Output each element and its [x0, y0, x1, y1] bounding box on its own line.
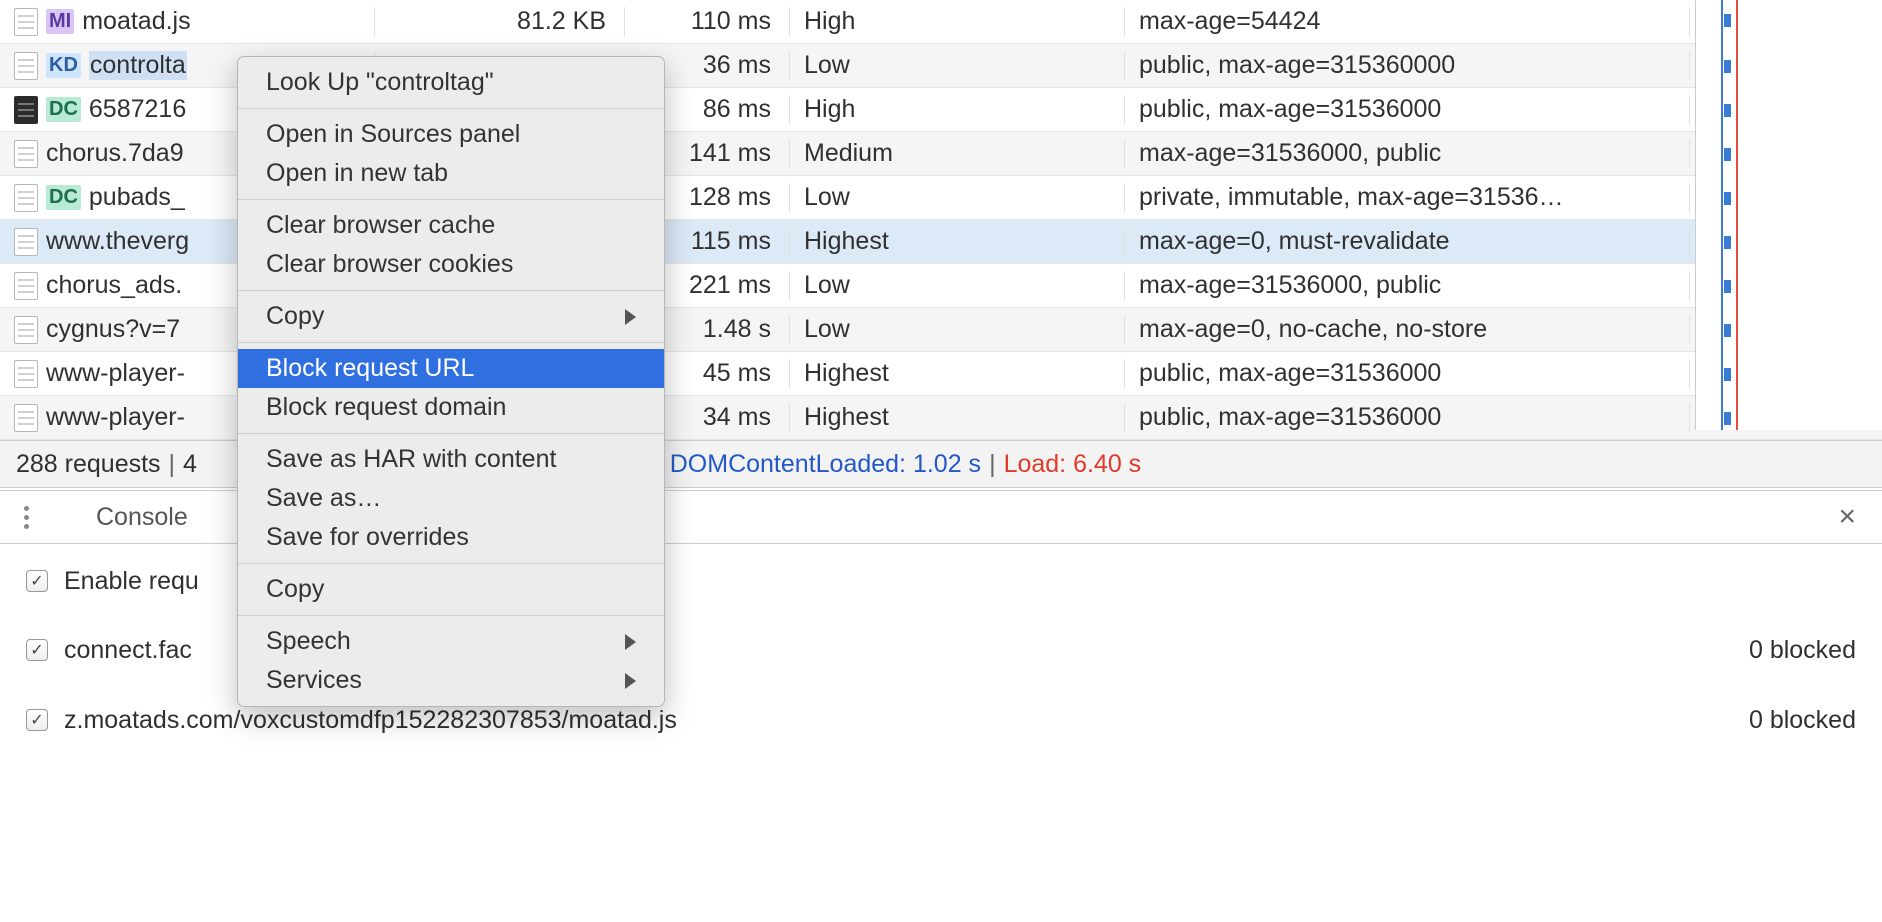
waterfall-bar	[1724, 324, 1731, 337]
initiator-badge: KD	[46, 53, 81, 78]
ctx-lookup[interactable]: Look Up "controltag"	[238, 63, 664, 102]
chevron-right-icon	[625, 634, 636, 650]
ctx-open-tab[interactable]: Open in new tab	[238, 154, 664, 193]
ctx-copy[interactable]: Copy	[238, 570, 664, 609]
waterfall-bar	[1724, 280, 1731, 293]
file-icon	[14, 52, 38, 80]
cache-cell: max-age=0, must-revalidate	[1125, 227, 1690, 256]
request-name: cygnus?v=7	[46, 315, 180, 344]
ctx-speech-submenu[interactable]: Speech	[238, 622, 664, 661]
cache-cell: public, max-age=315360000	[1125, 51, 1690, 80]
file-icon	[14, 228, 38, 256]
size-cell: 81.2 KB	[375, 7, 625, 36]
cache-cell: private, immutable, max-age=31536…	[1125, 183, 1690, 212]
waterfall-bar	[1724, 236, 1731, 249]
request-name: 6587216	[89, 95, 186, 124]
waterfall-bar	[1724, 60, 1731, 73]
waterfall-bar	[1724, 14, 1731, 27]
separator: |	[989, 450, 996, 479]
waterfall-column	[1695, 0, 1882, 430]
file-icon	[14, 8, 38, 36]
priority-cell: High	[790, 95, 1125, 124]
waterfall-bar	[1724, 368, 1731, 381]
time-cell: 110 ms	[625, 7, 790, 36]
close-icon[interactable]: ×	[1838, 500, 1856, 534]
requests-count: 288 requests	[16, 450, 161, 479]
initiator-badge: DC	[46, 97, 81, 122]
ctx-block-url[interactable]: Block request URL	[238, 349, 664, 388]
file-icon	[14, 316, 38, 344]
cache-cell: max-age=0, no-cache, no-store	[1125, 315, 1690, 344]
priority-cell: Low	[790, 51, 1125, 80]
ctx-save-overrides[interactable]: Save for overrides	[238, 518, 664, 557]
cache-cell: public, max-age=31536000	[1125, 359, 1690, 388]
cache-cell: public, max-age=31536000	[1125, 95, 1690, 124]
enable-blocking-checkbox[interactable]: ✓	[26, 570, 48, 592]
priority-cell: Highest	[790, 227, 1125, 256]
file-icon	[14, 272, 38, 300]
pattern-url: z.moatads.com/voxcustomdfp152282307853/m…	[64, 706, 677, 735]
load-time: Load: 6.40 s	[1004, 450, 1142, 479]
ctx-copy-submenu[interactable]: Copy	[238, 297, 664, 336]
load-marker-line	[1736, 0, 1738, 430]
blocked-count: 0 blocked	[1749, 636, 1856, 665]
chevron-right-icon	[625, 309, 636, 325]
pattern-checkbox[interactable]: ✓	[26, 639, 48, 661]
tab-console[interactable]: Console	[90, 503, 194, 532]
file-icon	[14, 140, 38, 168]
ctx-services-submenu[interactable]: Services	[238, 661, 664, 700]
cache-cell: max-age=54424	[1125, 7, 1690, 36]
context-menu: Look Up "controltag" Open in Sources pan…	[237, 56, 665, 707]
chevron-right-icon	[625, 673, 636, 689]
file-icon	[14, 96, 38, 124]
waterfall-bar	[1724, 412, 1731, 425]
priority-cell: Low	[790, 183, 1125, 212]
priority-cell: Highest	[790, 359, 1125, 388]
priority-cell: Low	[790, 271, 1125, 300]
request-name: chorus_ads.	[46, 271, 182, 300]
pattern-checkbox[interactable]: ✓	[26, 709, 48, 731]
pattern-url: connect.fac	[64, 636, 192, 665]
request-name: www.theverg	[46, 227, 189, 256]
separator: |	[169, 450, 176, 479]
dcl-marker-line	[1721, 0, 1723, 430]
ctx-save-har[interactable]: Save as HAR with content	[238, 440, 664, 479]
cache-cell: max-age=31536000, public	[1125, 271, 1690, 300]
transferred-partial: 4	[183, 450, 197, 479]
waterfall-bar	[1724, 104, 1731, 117]
ctx-block-domain[interactable]: Block request domain	[238, 388, 664, 427]
table-row[interactable]: MI moatad.js 81.2 KB110 msHighmax-age=5442…	[0, 0, 1882, 44]
request-name: controlta	[89, 51, 187, 80]
request-name: www-player-	[46, 359, 185, 388]
priority-cell: High	[790, 7, 1125, 36]
file-icon	[14, 404, 38, 432]
ctx-clear-cookies[interactable]: Clear browser cookies	[238, 245, 664, 284]
initiator-badge: DC	[46, 185, 81, 210]
request-name: pubads_	[89, 183, 185, 212]
ctx-clear-cache[interactable]: Clear browser cache	[238, 206, 664, 245]
initiator-badge: MI	[46, 9, 74, 34]
priority-cell: Medium	[790, 139, 1125, 168]
request-name: moatad.js	[82, 7, 190, 36]
waterfall-bar	[1724, 148, 1731, 161]
name-cell: MI moatad.js	[0, 7, 375, 36]
waterfall-bar	[1724, 192, 1731, 205]
cache-cell: public, max-age=31536000	[1125, 403, 1690, 432]
priority-cell: Highest	[790, 403, 1125, 432]
request-name: www-player-	[46, 403, 185, 432]
file-icon	[14, 360, 38, 388]
ctx-open-sources[interactable]: Open in Sources panel	[238, 115, 664, 154]
enable-blocking-label: Enable requ	[64, 567, 199, 596]
cache-cell: max-age=31536000, public	[1125, 139, 1690, 168]
request-name: chorus.7da9	[46, 139, 184, 168]
blocked-count: 0 blocked	[1749, 706, 1856, 735]
kebab-menu-icon[interactable]	[24, 506, 44, 529]
priority-cell: Low	[790, 315, 1125, 344]
dcl-time: DOMContentLoaded: 1.02 s	[670, 450, 981, 479]
ctx-save-as[interactable]: Save as…	[238, 479, 664, 518]
file-icon	[14, 184, 38, 212]
